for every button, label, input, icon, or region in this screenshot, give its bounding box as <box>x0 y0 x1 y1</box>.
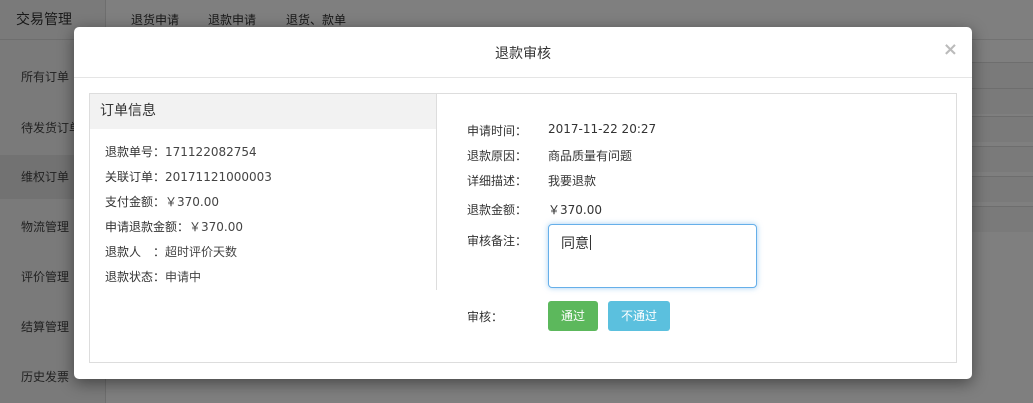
refund-amount-value: ￥370.00 <box>548 203 602 217</box>
refund-status-label: 退款状态： <box>105 270 166 284</box>
modal-body: 订单信息 退款单号：171122082754 关联订单：201711210000… <box>89 93 957 363</box>
paid-amount-label: 支付金额： <box>105 195 166 209</box>
review-remark-label: 审核备注： <box>467 234 528 248</box>
refund-amount-label: 退款金额： <box>467 203 528 217</box>
refund-person-value: 超时评价天数 <box>165 245 238 259</box>
refund-number-value: 171122082754 <box>165 145 257 159</box>
close-icon[interactable]: × <box>943 40 958 60</box>
requested-refund-value: ￥370.00 <box>189 220 244 234</box>
description-label: 详细描述： <box>467 174 528 188</box>
order-info-heading: 订单信息 <box>90 94 436 129</box>
refund-status-value: 申请中 <box>165 270 202 284</box>
requested-refund-label: 申请退款金额： <box>105 220 190 234</box>
refund-person-row: 退款人 ：超时评价天数 <box>105 243 237 260</box>
refund-status-row: 退款状态：申请中 <box>105 268 201 285</box>
text-caret <box>590 235 591 250</box>
modal-header: 退款审核 × <box>74 27 972 78</box>
reject-button[interactable]: 不通过 <box>608 301 670 331</box>
apply-time-label: 申请时间： <box>467 124 528 138</box>
requested-refund-row: 申请退款金额：￥370.00 <box>105 218 243 235</box>
related-order-label: 关联订单： <box>105 170 166 184</box>
refund-number-row: 退款单号：171122082754 <box>105 143 257 160</box>
apply-time-value: 2017-11-22 20:27 <box>548 122 657 136</box>
refund-reason-label: 退款原因： <box>467 149 528 163</box>
refund-number-label: 退款单号： <box>105 145 166 159</box>
review-label: 审核： <box>467 310 504 324</box>
refund-reason-value: 商品质量有问题 <box>548 149 633 163</box>
description-value: 我要退款 <box>548 174 597 188</box>
review-remark-text: 同意 <box>561 236 589 252</box>
refund-review-modal: 退款审核 × 订单信息 退款单号：171122082754 关联订单：20171… <box>74 27 972 379</box>
paid-amount-value: ￥370.00 <box>165 195 220 209</box>
approve-button[interactable]: 通过 <box>548 301 598 331</box>
review-remark-textarea[interactable]: 同意 <box>548 224 757 288</box>
related-order-row: 关联订单：20171121000003 <box>105 168 272 185</box>
order-info-panel: 订单信息 退款单号：171122082754 关联订单：201711210000… <box>90 94 437 290</box>
modal-title: 退款审核 <box>495 46 551 62</box>
refund-person-label: 退款人 ： <box>105 245 166 259</box>
related-order-value: 20171121000003 <box>165 170 272 184</box>
paid-amount-row: 支付金额：￥370.00 <box>105 193 219 210</box>
